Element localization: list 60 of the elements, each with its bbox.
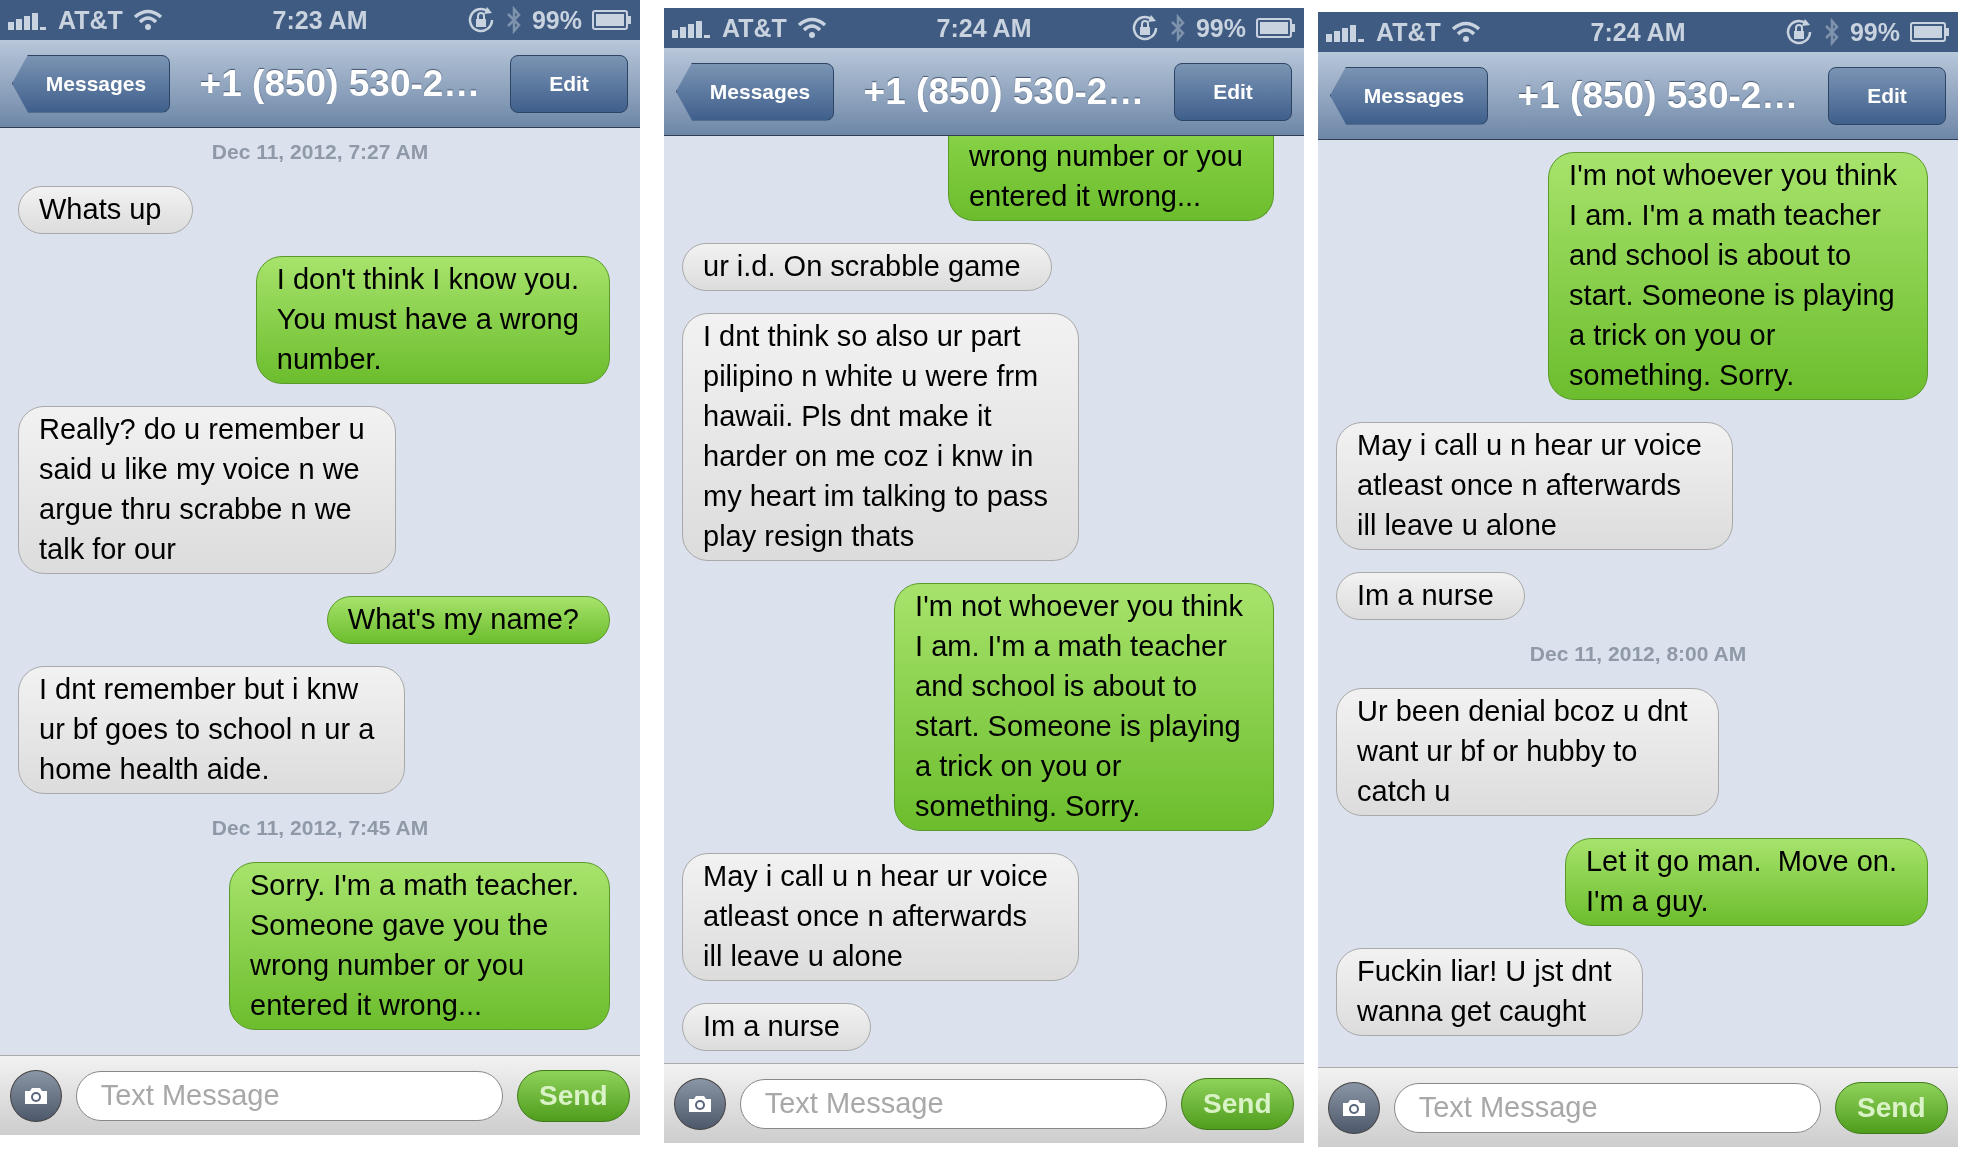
received-message-bubble: Im a nurse — [1336, 572, 1525, 620]
message-field[interactable]: Text Message — [739, 1078, 1167, 1129]
camera-icon — [22, 1085, 49, 1106]
received-message-bubble: May i call u n hear ur voice atleast once n afterwards ill leave u alone — [1336, 422, 1733, 550]
sent-message-bubble: Let it go man. Move on. I'm a guy. — [1564, 838, 1928, 926]
battery-percent: 99% — [1849, 17, 1900, 47]
signal-icon — [672, 18, 712, 38]
message-timestamp: Dec 11, 2012, 8:00 AM — [1529, 642, 1747, 666]
edit-button[interactable]: Edit — [1174, 62, 1292, 121]
received-message-bubble: I dnt think so also ur part pilipino n white u were frm hawaii. Pls dnt make it harder on me coz i knw in my heart im talking to pass play resign thats — [682, 313, 1079, 561]
sent-message-bubble: I'm not whoever you think I am. I'm a math teacher and school is about to start. Someone is playing a trick on you or something. Sorry. — [894, 583, 1274, 831]
received-message-bubble: ur i.d. On scrabble game — [682, 243, 1052, 291]
bluetooth-icon — [1823, 18, 1840, 46]
wifi-icon — [1450, 21, 1481, 43]
camera-button[interactable] — [674, 1077, 726, 1130]
battery-percent: 99% — [1195, 13, 1246, 43]
battery-icon — [1256, 18, 1296, 38]
battery-percent: 99% — [531, 5, 582, 35]
clock-time: 7:24 AM — [1590, 17, 1686, 47]
back-button[interactable]: Messages — [1330, 66, 1488, 125]
camera-button[interactable] — [10, 1069, 62, 1122]
battery-icon — [1910, 22, 1950, 42]
battery-icon — [592, 10, 632, 30]
bluetooth-icon — [1169, 14, 1186, 42]
received-message-bubble: May i call u n hear ur voice atleast once n afterwards ill leave u alone — [682, 853, 1079, 981]
received-message-bubble: Fuckin liar! U jst dnt wanna get caught — [1336, 948, 1643, 1036]
contact-title: +1 (850) 530-2… — [863, 70, 1145, 113]
message-timestamp: Dec 11, 2012, 7:27 AM — [211, 140, 429, 164]
message-timestamp: Dec 11, 2012, 7:45 AM — [211, 816, 429, 840]
carrier-name: AT&T — [722, 13, 787, 43]
camera-icon — [686, 1093, 713, 1114]
contact-title: +1 (850) 530-2… — [1517, 74, 1799, 117]
edit-button[interactable]: Edit — [510, 54, 628, 113]
signal-icon — [8, 10, 48, 30]
sent-message-bubble: wrong number or you entered it wrong... — [947, 136, 1274, 221]
message-field[interactable]: Text Message — [75, 1070, 503, 1121]
sent-message-bubble: Sorry. I'm a math teacher. Someone gave you the wrong number or you entered it wrong... — [229, 862, 610, 1030]
message-field[interactable]: Text Message — [1393, 1082, 1821, 1133]
contact-title: +1 (850) 530-2… — [199, 62, 481, 105]
carrier-name: AT&T — [58, 5, 123, 35]
camera-button[interactable] — [1328, 1081, 1380, 1134]
signal-icon — [1326, 22, 1366, 42]
wifi-icon — [132, 9, 163, 31]
received-message-bubble: Whats up — [18, 186, 193, 234]
carrier-name: AT&T — [1376, 17, 1441, 47]
received-message-bubble: I dnt remember but i knw ur bf goes to school n ur a home health aide. — [18, 666, 406, 794]
wifi-icon — [796, 17, 827, 39]
back-button[interactable]: Messages — [676, 62, 834, 121]
edit-button[interactable]: Edit — [1828, 66, 1946, 125]
received-message-bubble: Really? do u remember u said u like my voice n we argue thru scrabbe n we talk for our — [18, 406, 396, 574]
sent-message-bubble: What's my name? — [326, 596, 610, 644]
sent-message-bubble: I don't think I know you. You must have a wrong number. — [255, 256, 610, 384]
clock-time: 7:23 AM — [272, 5, 368, 35]
received-message-bubble: Ur been denial bcoz u dnt want ur bf or hubby to catch u — [1336, 688, 1719, 816]
sent-message-bubble: I'm not whoever you think I am. I'm a math teacher and school is about to start. Someone is playing a trick on you or something. Sorry. — [1548, 152, 1928, 400]
received-message-bubble: Im a nurse — [682, 1003, 871, 1051]
clock-time: 7:24 AM — [936, 13, 1032, 43]
back-button[interactable]: Messages — [12, 54, 170, 113]
bluetooth-icon — [505, 6, 522, 34]
camera-icon — [1340, 1097, 1367, 1118]
